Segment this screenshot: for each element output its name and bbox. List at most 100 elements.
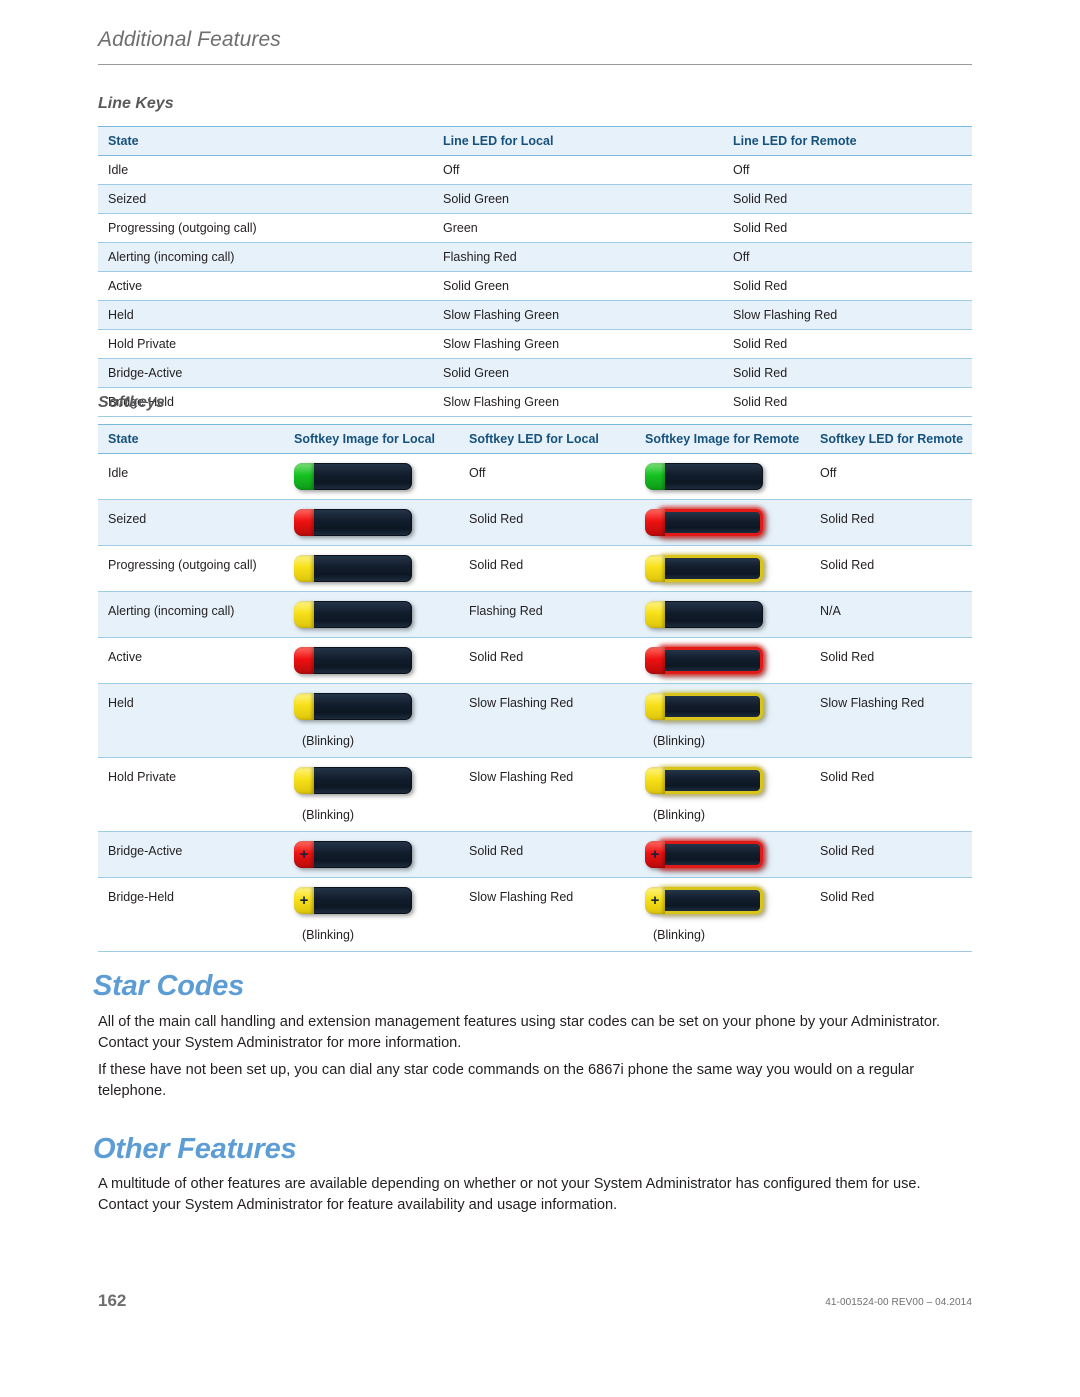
cell-softkey-led-local: Slow Flashing Red (459, 877, 635, 952)
softkey-body (309, 647, 412, 674)
cell-state: Seized (98, 184, 433, 214)
cell-led-local: Solid Green (433, 358, 723, 388)
cell-softkey-led-remote: Off (810, 453, 972, 500)
blinking-label: (Blinking) (653, 808, 706, 822)
led-indicator-yellow-icon (645, 555, 665, 582)
cell-softkey-image-remote (635, 591, 810, 638)
softkey-image-remote-icon (645, 601, 763, 628)
softkey-body (660, 887, 763, 914)
led-indicator-red-icon (645, 509, 665, 536)
blinking-label: (Blinking) (302, 734, 355, 748)
softkey-body (309, 509, 412, 536)
softkey-image-remote-wrapper (645, 463, 802, 490)
table-row: Bridge-Active Solid Green Solid Red (98, 358, 972, 388)
softkey-image-local-icon (294, 509, 412, 536)
table-row: Bridge-Active + Solid Red + Solid Red (98, 831, 972, 878)
star-codes-heading: Star Codes (93, 970, 245, 1002)
cell-softkey-image-local: (Blinking) (284, 683, 459, 758)
cell-state: Held (98, 683, 284, 758)
cell-softkey-image-local (284, 545, 459, 592)
led-indicator-yellow-icon: + (645, 887, 665, 914)
column-header-image-local: Softkey Image for Local (284, 424, 459, 454)
cell-softkey-image-local (284, 591, 459, 638)
led-indicator-red-icon (645, 647, 665, 674)
cell-led-remote: Solid Red (723, 358, 972, 388)
softkey-image-remote-icon (645, 463, 763, 490)
star-codes-paragraph-2: If these have not been set up, you can d… (98, 1062, 915, 1100)
header-divider (98, 64, 972, 65)
cell-led-remote: Off (723, 155, 972, 185)
cell-softkey-image-remote: + (635, 831, 810, 878)
cell-led-remote: Solid Red (723, 271, 972, 301)
cell-led-local: Slow Flashing Green (433, 329, 723, 359)
cell-led-remote: Solid Red (723, 329, 972, 359)
led-indicator-yellow-icon (294, 601, 314, 628)
softkey-image-local-wrapper (294, 647, 451, 674)
led-indicator-yellow-icon (294, 767, 314, 794)
cell-state: Hold Private (98, 329, 433, 359)
cell-softkey-led-remote: Solid Red (810, 831, 972, 878)
table-header-row: State Line LED for Local Line LED for Re… (98, 126, 972, 156)
cell-softkey-image-remote (635, 637, 810, 684)
softkey-image-local-icon: + (294, 841, 412, 868)
softkey-image-remote-icon: + (645, 841, 763, 868)
softkey-image-local-wrapper (294, 463, 451, 490)
table-row: Alerting (incoming call) Flashing Red Off (98, 242, 972, 272)
cell-softkey-led-local: Flashing Red (459, 591, 635, 638)
cell-state: Bridge-Active (98, 358, 433, 388)
cell-softkey-led-local: Off (459, 453, 635, 500)
table-row: Idle Off Off (98, 155, 972, 185)
cell-state: Hold Private (98, 757, 284, 832)
led-indicator-red-icon (294, 509, 314, 536)
cell-softkey-image-local (284, 499, 459, 546)
cell-softkey-image-local (284, 453, 459, 500)
cell-state: Idle (98, 155, 433, 185)
blinking-label: (Blinking) (653, 928, 706, 942)
column-header-led-local: Softkey LED for Local (459, 424, 635, 454)
cell-led-local: Slow Flashing Green (433, 387, 723, 417)
cell-softkey-image-remote (635, 499, 810, 546)
softkey-image-remote-wrapper (645, 509, 802, 536)
softkey-body (660, 555, 763, 582)
softkey-body (660, 647, 763, 674)
line-keys-heading: Line Keys (98, 95, 174, 112)
cell-softkey-led-remote: Solid Red (810, 499, 972, 546)
softkey-body (660, 509, 763, 536)
table-row: Bridge-Held + (Blinking) Slow Flashing Red +… (98, 877, 972, 952)
led-indicator-yellow-icon (645, 693, 665, 720)
softkey-body (309, 887, 412, 914)
column-header-image-remote: Softkey Image for Remote (635, 424, 810, 454)
star-codes-paragraph-1: All of the main call handling and extens… (98, 1014, 941, 1052)
cell-softkey-led-local: Slow Flashing Red (459, 683, 635, 758)
softkey-image-remote-icon: + (645, 887, 763, 914)
cell-softkey-led-local: Solid Red (459, 637, 635, 684)
softkey-body (660, 601, 763, 628)
cell-softkey-image-local: (Blinking) (284, 757, 459, 832)
table-row: Hold Private Slow Flashing Green Solid Red (98, 329, 972, 359)
running-header: Additional Features (98, 28, 972, 65)
cell-softkey-led-local: Solid Red (459, 499, 635, 546)
cell-state: Alerting (incoming call) (98, 591, 284, 638)
cell-state: Alerting (incoming call) (98, 242, 433, 272)
softkey-image-local-icon (294, 767, 412, 794)
led-indicator-green-icon (294, 463, 314, 490)
table-header-row: State Softkey Image for Local Softkey LE… (98, 424, 972, 454)
cell-led-remote: Off (723, 242, 972, 272)
softkey-image-remote-wrapper: (Blinking) (645, 693, 802, 748)
softkey-image-local-icon: + (294, 887, 412, 914)
cell-led-remote: Solid Red (723, 387, 972, 417)
document-page: Additional Features Line Keys State Line… (0, 0, 1080, 1397)
cell-led-local: Slow Flashing Green (433, 300, 723, 330)
table-row: Progressing (outgoing call) Green Solid Re… (98, 213, 972, 243)
cell-state: Idle (98, 453, 284, 500)
cell-state: Bridge-Active (98, 831, 284, 878)
softkey-image-remote-icon (645, 767, 763, 794)
softkey-image-remote-wrapper: (Blinking) (645, 767, 802, 822)
cell-led-local: Solid Green (433, 184, 723, 214)
softkey-body (309, 555, 412, 582)
table-row: Active Solid Green Solid Red (98, 271, 972, 301)
cell-state: Active (98, 637, 284, 684)
cell-led-remote: Solid Red (723, 184, 972, 214)
table-row: Seized Solid Green Solid Red (98, 184, 972, 214)
softkey-body (309, 841, 412, 868)
